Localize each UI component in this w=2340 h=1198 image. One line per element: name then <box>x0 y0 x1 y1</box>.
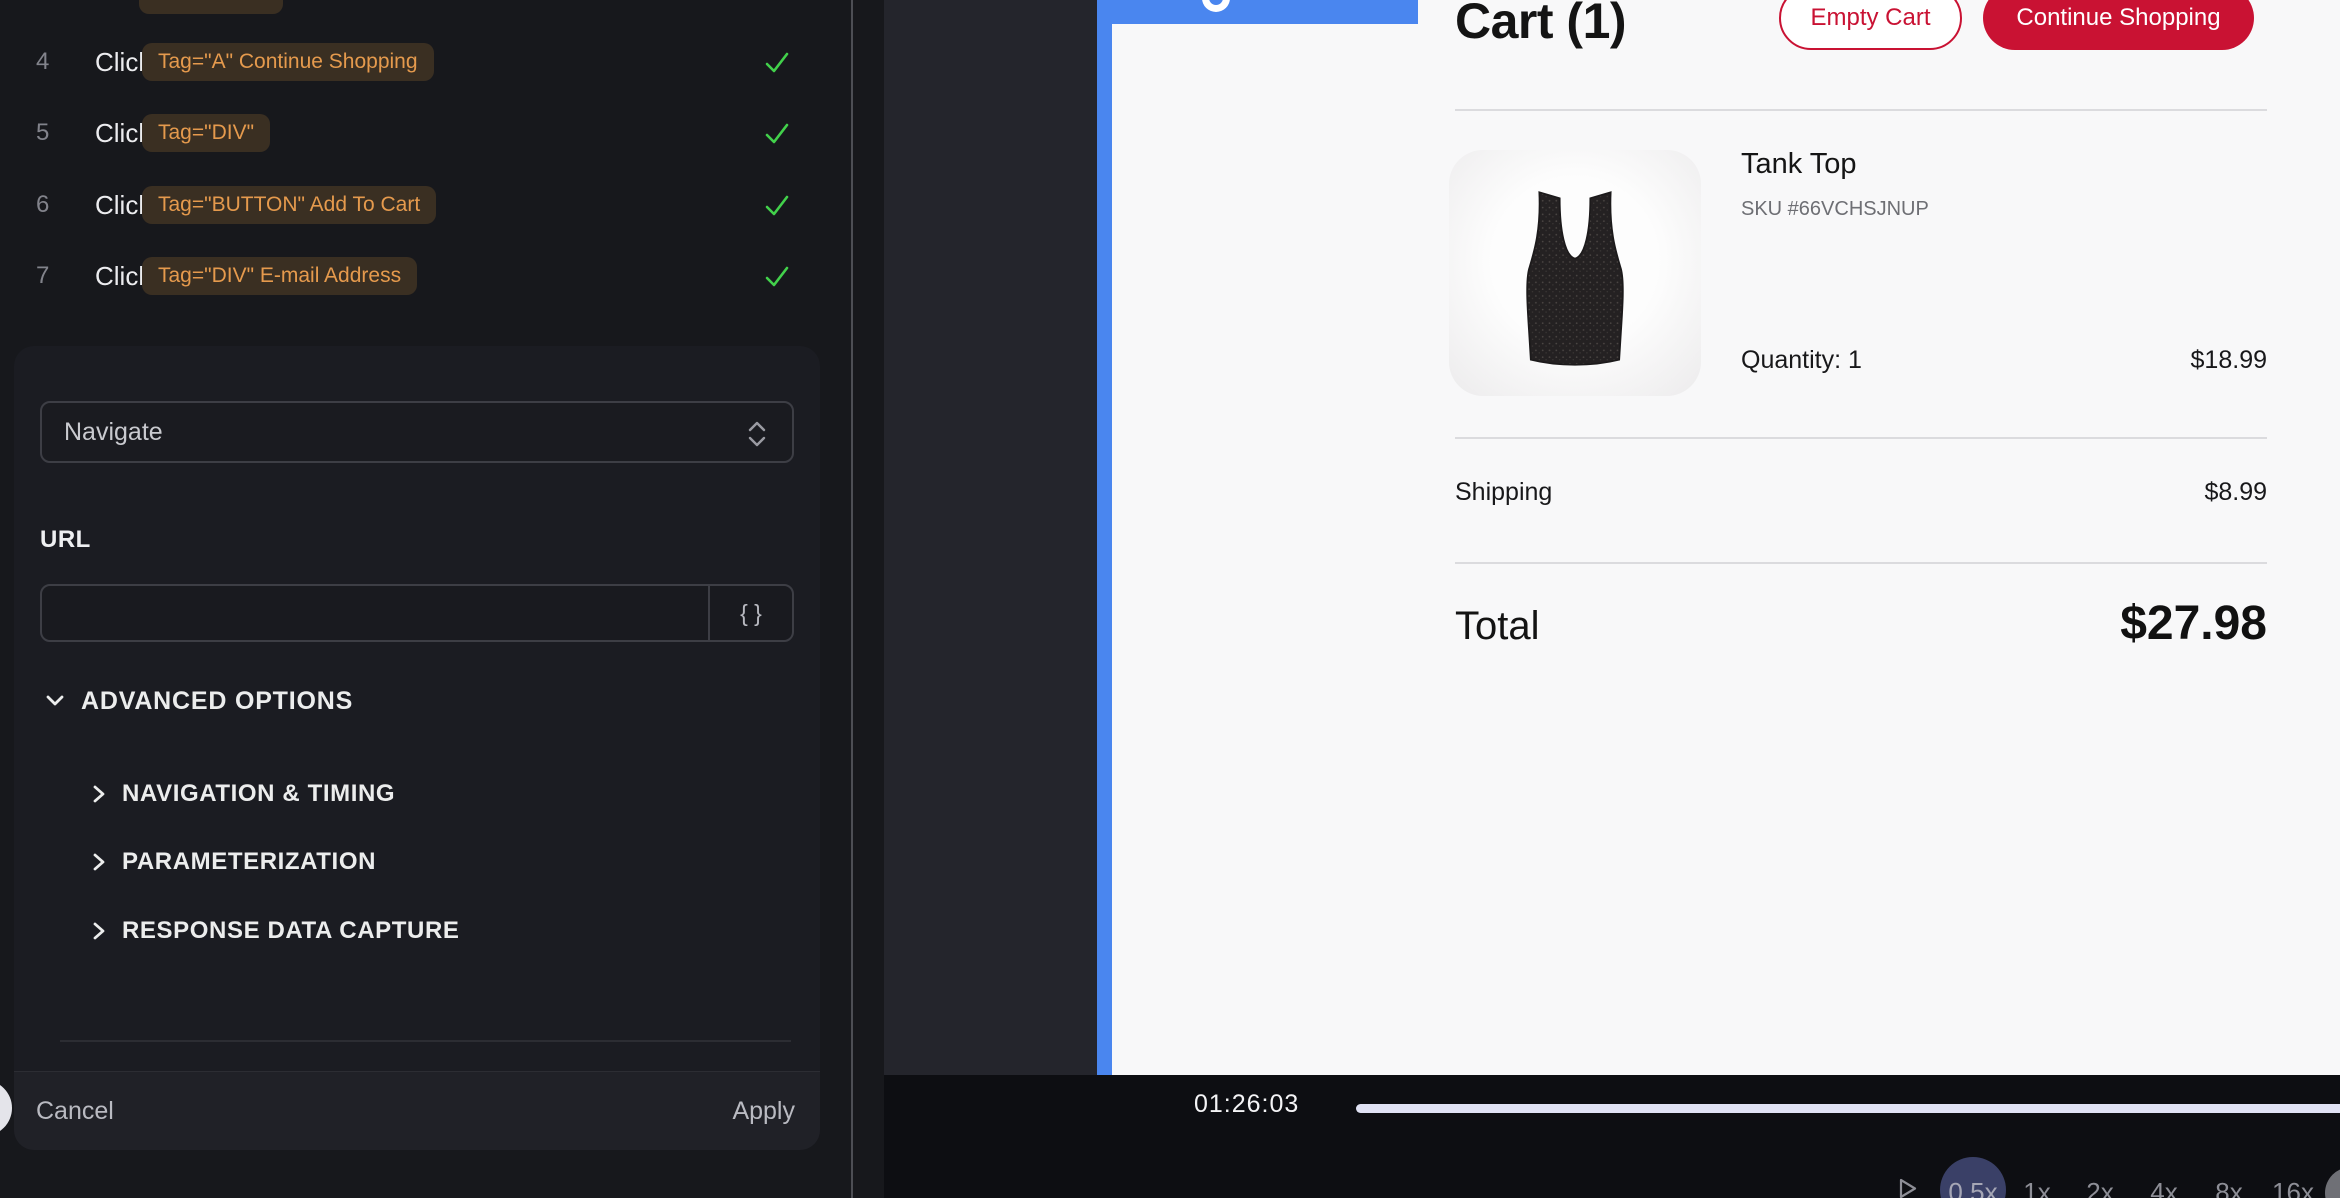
playback-timestamp: 01:26:03 <box>1194 1090 1299 1119</box>
step-target-badge[interactable]: Tag="DIV" <box>142 114 270 152</box>
step-number: 7 <box>36 256 49 296</box>
section-response-data-capture[interactable]: RESPONSE DATA CAPTURE <box>92 914 460 948</box>
step-number: 4 <box>36 42 49 82</box>
action-type-select[interactable]: Navigate <box>40 401 794 463</box>
step-3-target-badge-partial[interactable]: g <box>139 0 283 14</box>
chevron-right-icon <box>92 784 106 804</box>
step-passed-check-icon <box>764 121 790 147</box>
edge-floating-button-partial[interactable] <box>0 1080 12 1136</box>
section-parameterization[interactable]: PARAMETERIZATION <box>92 845 376 879</box>
product-image <box>1449 150 1701 396</box>
step-passed-check-icon <box>764 50 790 76</box>
speed-option-8x[interactable]: 8x <box>2215 1177 2242 1198</box>
product-quantity: Quantity: 1 <box>1741 346 1862 375</box>
product-name: Tank Top <box>1741 148 1857 181</box>
speed-option-2x[interactable]: 2x <box>2086 1177 2113 1198</box>
step-passed-check-icon <box>764 193 790 219</box>
shipping-label: Shipping <box>1455 478 1552 507</box>
divider <box>1455 109 2267 111</box>
step-row[interactable]: 6 Click Tag="BUTTON" Add To Cart <box>0 185 851 225</box>
step-target-badge[interactable]: Tag="DIV" E-mail Address <box>142 257 417 295</box>
step-editor-panel: Navigate URL { } ADVANCED OPTIONS <box>14 346 820 1150</box>
divider <box>1455 437 2267 439</box>
step-row[interactable]: 7 Click Tag="DIV" E-mail Address <box>0 256 851 296</box>
shipping-amount: $8.99 <box>2204 478 2267 507</box>
braces-icon: { } <box>740 600 762 627</box>
step-number: 6 <box>36 185 49 225</box>
product-sku: SKU #66VCHSJNUP <box>1741 198 1929 221</box>
product-price: $18.99 <box>2191 346 2267 375</box>
continue-shopping-button[interactable]: Continue Shopping <box>1983 0 2254 50</box>
cancel-button[interactable]: Cancel <box>36 1072 114 1150</box>
total-amount: $27.98 <box>2120 596 2267 651</box>
play-icon[interactable] <box>1896 1177 1920 1198</box>
url-field-row: { } <box>40 584 794 642</box>
cart-title: Cart (1) <box>1455 0 1626 50</box>
url-input[interactable] <box>42 586 708 640</box>
step-row[interactable]: 5 Click Tag="DIV" <box>0 113 851 153</box>
insert-variable-button[interactable]: { } <box>708 586 792 640</box>
speed-option-16x[interactable]: 16x <box>2272 1177 2314 1198</box>
chevron-right-icon <box>92 921 106 941</box>
recorded-page-frame: Cart (1) Empty Cart Continue Shopping <box>1112 0 2340 1075</box>
total-label: Total <box>1455 604 1540 649</box>
player-settings-button-partial[interactable] <box>2325 1167 2340 1198</box>
apply-button[interactable]: Apply <box>732 1072 795 1150</box>
steps-sidebar: g 4 Click Tag="A" Continue Shopping 5 Cl… <box>0 0 851 1198</box>
test-video-preview: Cart (1) Empty Cart Continue Shopping <box>884 0 2340 1075</box>
select-chevrons-icon <box>744 420 770 453</box>
step-target-badge[interactable]: Tag="A" Continue Shopping <box>142 43 434 81</box>
speed-option-0-5x[interactable]: 0.5x <box>1948 1177 1997 1198</box>
sidebar-divider[interactable] <box>851 0 853 1198</box>
app-window: g 4 Click Tag="A" Continue Shopping 5 Cl… <box>0 0 2340 1198</box>
advanced-options-toggle[interactable]: ADVANCED OPTIONS <box>45 684 353 718</box>
playback-bar: 01:26:03 0.5x 1x 2x 4x 8x 16x <box>884 1075 2340 1198</box>
step-row[interactable]: 4 Click Tag="A" Continue Shopping <box>0 42 851 82</box>
step-passed-check-icon <box>764 264 790 290</box>
url-field-label: URL <box>40 526 91 554</box>
section-label: RESPONSE DATA CAPTURE <box>122 917 460 945</box>
chevron-down-icon <box>45 693 65 709</box>
panel-divider <box>60 1040 791 1042</box>
panel-footer: Cancel Apply <box>14 1071 820 1150</box>
speed-option-1x[interactable]: 1x <box>2023 1177 2050 1198</box>
empty-cart-button[interactable]: Empty Cart <box>1779 0 1962 50</box>
page-header-highlight <box>1097 0 1418 24</box>
section-label: PARAMETERIZATION <box>122 848 376 876</box>
playback-progress-bar[interactable] <box>1356 1104 2340 1113</box>
action-type-value: Navigate <box>64 403 163 461</box>
chevron-right-icon <box>92 852 106 872</box>
advanced-options-label: ADVANCED OPTIONS <box>81 687 353 716</box>
tank-top-photo <box>1473 164 1677 382</box>
speed-option-4x[interactable]: 4x <box>2150 1177 2177 1198</box>
section-navigation-timing[interactable]: NAVIGATION & TIMING <box>92 777 395 811</box>
page-edge-highlight <box>1097 0 1112 1075</box>
step-number: 5 <box>36 113 49 153</box>
divider <box>1455 562 2267 564</box>
section-label: NAVIGATION & TIMING <box>122 780 395 808</box>
step-target-badge[interactable]: Tag="BUTTON" Add To Cart <box>142 186 436 224</box>
